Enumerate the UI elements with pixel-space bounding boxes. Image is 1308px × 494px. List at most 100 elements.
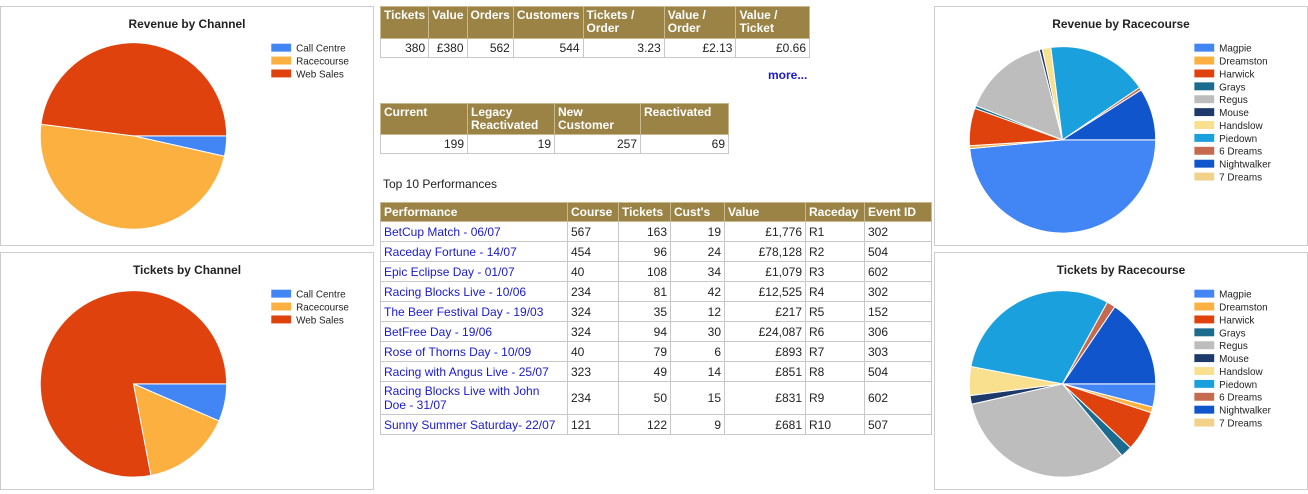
legend-label[interactable]: Web Sales [296, 315, 344, 326]
cell-tickets: 49 [618, 361, 671, 382]
pie-group [39, 290, 228, 478]
header-current: Current [380, 103, 468, 135]
cell-performance[interactable]: Rose of Thorns Day - 10/09 [380, 341, 568, 362]
legend-label[interactable]: Dreamston [1219, 57, 1267, 68]
chart-title: Revenue by Channel [129, 17, 246, 31]
legend-label[interactable]: Magpie [1219, 44, 1252, 55]
cell-value: £1,079 [724, 261, 806, 282]
cell-course: 40 [567, 341, 619, 362]
legend-label[interactable]: Mouse [1219, 108, 1249, 119]
table-row: Racing with Angus Live - 25/07 323 49 14 £85… [380, 361, 932, 382]
legend-label[interactable]: Web Sales [296, 69, 344, 80]
legend-label[interactable]: 6 Dreams [1219, 147, 1262, 158]
cell-course: 40 [567, 261, 619, 282]
legend-swatch [1194, 341, 1215, 350]
cell-performance[interactable]: Racing Blocks Live - 10/06 [380, 281, 568, 302]
table-row: BetFree Day - 19/06 324 94 30 £24,087 R6 306 [380, 321, 932, 342]
legend-swatch [1194, 69, 1215, 78]
summary-value-row: 380 £380 562 544 3.23 £2.13 £0.66 [379, 38, 810, 58]
cell-value: £851 [724, 361, 806, 382]
legend-label[interactable]: Racecourse [296, 57, 349, 68]
table-row: Racing Blocks Live - 10/06 234 81 42 £12,525… [380, 281, 932, 302]
cell-performance[interactable]: BetFree Day - 19/06 [380, 321, 568, 342]
legend-label[interactable]: Nightwalker [1219, 160, 1271, 171]
legend-label[interactable]: Racecourse [296, 303, 349, 314]
legend-swatch [1194, 133, 1215, 142]
cell-performance[interactable]: The Beer Festival Day - 19/03 [380, 301, 568, 322]
cell-raceday: R6 [805, 321, 865, 342]
legend-label[interactable]: 7 Dreams [1219, 419, 1262, 430]
legend-swatch [271, 69, 292, 78]
cell-course: 234 [567, 281, 619, 302]
legend-group: Call Centre RacecourseWeb Sales [271, 44, 349, 80]
cell-tickets: 108 [618, 261, 671, 282]
header-reactivated: Reactivated [640, 103, 729, 135]
tickets-by-racecourse-svg: Tickets by Racecourse Magpie DreamstonHar… [968, 263, 1272, 478]
legend-label[interactable]: Handslow [1219, 367, 1263, 378]
cell-performance[interactable]: Racing with Angus Live - 25/07 [380, 361, 568, 382]
revenue-by-racecourse-chart: Revenue by Racecourse Magpie Dreamston Har… [934, 6, 1308, 246]
legend-label[interactable]: Harwick [1219, 69, 1254, 80]
legend-label[interactable]: Handslow [1219, 121, 1263, 132]
pie-slice-magpie[interactable] [969, 139, 1157, 234]
cell-performance[interactable]: BetCup Match - 06/07 [380, 221, 568, 242]
table-row: Racing Blocks Live with John Doe - 31/07… [380, 381, 932, 415]
cell-tickets: 50 [618, 381, 671, 415]
cell-value: £12,525 [724, 281, 806, 302]
legend-label[interactable]: Call Centre [296, 44, 346, 55]
cell-course: 324 [567, 301, 619, 322]
cell-performance[interactable]: Sunny Summer Saturday- 22/07 [380, 414, 568, 435]
legend-label[interactable]: 7 Dreams [1219, 173, 1262, 184]
legend-swatch [1194, 108, 1215, 117]
legend-label[interactable]: Piedown [1219, 134, 1257, 145]
legend-swatch [1194, 159, 1215, 168]
cell-course: 324 [567, 321, 619, 342]
value-legacy-reactivated: 19 [467, 134, 555, 154]
value-value: £380 [428, 38, 468, 58]
cell-event-id: 504 [864, 241, 932, 262]
legend-label[interactable]: Harwick [1219, 315, 1254, 326]
cell-customers: 42 [670, 281, 725, 302]
pie-slice-web-sales[interactable] [40, 42, 228, 137]
legend-label[interactable]: Regus [1219, 341, 1248, 352]
value-customers: 544 [512, 38, 584, 58]
legend-swatch [1194, 56, 1215, 65]
legend-label[interactable]: Dreamston [1219, 303, 1267, 314]
chart-title: Revenue by Racecourse [1052, 17, 1190, 31]
value-tickets-per-order: 3.23 [582, 38, 665, 58]
cell-course: 121 [567, 414, 619, 435]
cell-performance[interactable]: Racing Blocks Live with John Doe - 31/07 [380, 381, 568, 415]
cell-course: 323 [567, 361, 619, 382]
legend-swatch [1194, 121, 1215, 129]
summary-header-row: Tickets Value Orders Customers Tickets /… [379, 6, 810, 39]
table-row: The Beer Festival Day - 19/03 324 35 12 £217… [380, 301, 932, 322]
cell-performance[interactable]: Epic Eclipse Day - 01/07 [380, 261, 568, 282]
legend-label[interactable]: Call Centre [296, 290, 346, 301]
cell-value: £681 [724, 414, 806, 435]
header-performance: Performance [380, 202, 568, 222]
performance-header-row: Performance Course Tickets Cust's Value … [380, 202, 932, 222]
legend-label[interactable]: Regus [1219, 95, 1248, 106]
header-value-per-order: Value / Order [663, 6, 737, 39]
legend-group: Call Centre RacecourseWeb Sales [271, 290, 349, 326]
legend-label[interactable]: 6 Dreams [1219, 393, 1262, 404]
status-value-row: 199 19 257 69 [380, 134, 729, 154]
cell-value: £893 [724, 341, 806, 362]
cell-event-id: 303 [864, 341, 932, 362]
top-performances-title: Top 10 Performances [383, 177, 498, 191]
more-link[interactable]: more... [768, 68, 807, 82]
cell-tickets: 35 [618, 301, 671, 322]
pie-group [968, 290, 1157, 478]
value-reactivated: 69 [640, 134, 729, 154]
legend-label[interactable]: Magpie [1219, 290, 1252, 301]
legend-label[interactable]: Piedown [1219, 380, 1257, 391]
legend-label[interactable]: Grays [1219, 82, 1245, 93]
legend-label[interactable]: Nightwalker [1219, 406, 1271, 417]
cell-performance[interactable]: Raceday Fortune - 14/07 [380, 241, 568, 262]
cell-tickets: 81 [618, 281, 671, 302]
legend-label[interactable]: Grays [1219, 328, 1245, 339]
legend-label[interactable]: Mouse [1219, 354, 1249, 365]
cell-event-id: 602 [864, 381, 932, 415]
cell-customers: 30 [670, 321, 725, 342]
legend-swatch [1194, 392, 1215, 401]
